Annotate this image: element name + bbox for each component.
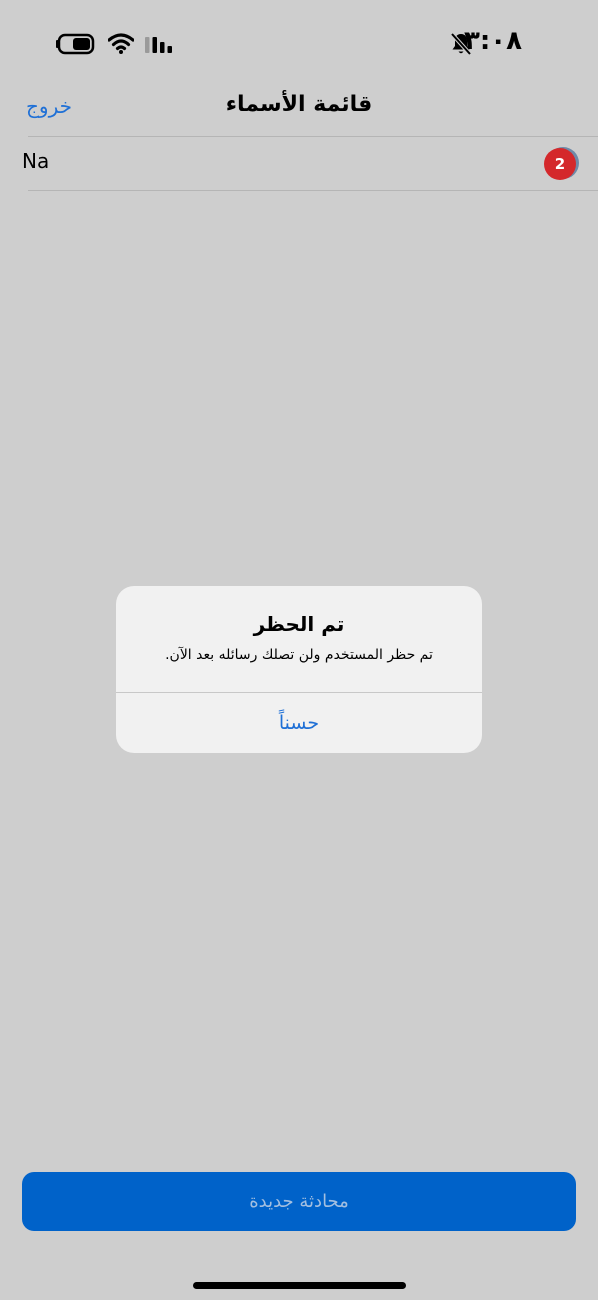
exit-button[interactable]: خروج <box>26 94 72 118</box>
divider <box>28 190 598 191</box>
blocked-alert-dialog: تم الحظر تم حظر المستخدم ولن تصلك رسائله… <box>116 586 482 753</box>
bell-slash-icon <box>450 32 472 56</box>
signal-icon <box>145 37 172 53</box>
contact-name: Na <box>22 149 50 173</box>
alert-title: تم الحظر <box>253 612 345 636</box>
alert-ok-button[interactable]: حسناً <box>116 693 482 753</box>
home-indicator <box>193 1282 406 1289</box>
page-title: قائمة الأسماء <box>225 92 373 117</box>
wifi-icon <box>108 33 134 54</box>
contact-row[interactable]: Na 2 <box>0 137 598 190</box>
battery-icon <box>56 33 95 55</box>
status-time: ٣:٠٨ <box>463 26 522 56</box>
unread-badge: 2 <box>544 148 576 180</box>
navigation-bar: قائمة الأسماء خروج <box>0 80 598 136</box>
status-bar: ٣:٠٨ <box>0 0 598 88</box>
new-chat-button[interactable]: محادثة جديدة <box>22 1172 576 1231</box>
alert-message: تم حظر المستخدم ولن تصلك رسائله بعد الآن… <box>165 647 433 663</box>
